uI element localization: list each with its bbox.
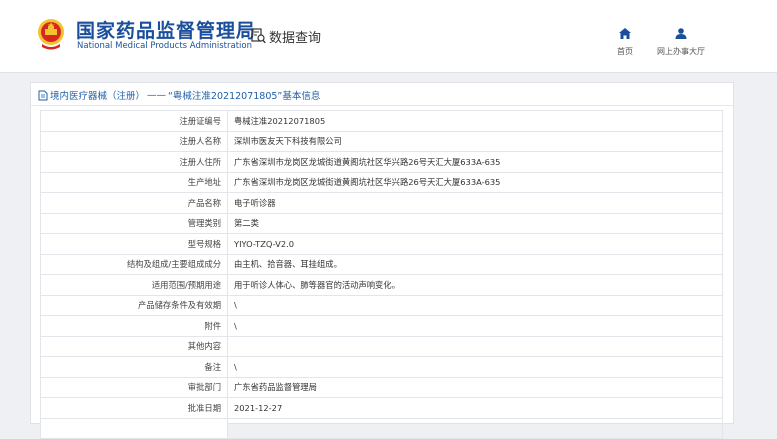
national-emblem-icon	[38, 19, 64, 50]
nav-home-label: 首页	[617, 47, 633, 56]
table-row	[40, 417, 723, 439]
field-value: 电子听诊器	[227, 192, 723, 214]
table-row: 适用范围/预期用途 用于听诊人体心、肺等器官的活动声响变化。	[40, 274, 723, 296]
field-value: YIYO-TZQ-V2.0	[227, 233, 723, 255]
field-label: 生产地址	[40, 171, 228, 193]
field-value: 第二类	[227, 212, 723, 234]
field-value	[227, 417, 723, 439]
field-value: 广东省药品监督管理局	[227, 376, 723, 398]
table-row: 审批部门 广东省药品监督管理局	[40, 376, 723, 398]
field-value: \	[227, 315, 723, 337]
field-value: 深圳市医友天下科技有限公司	[227, 130, 723, 152]
table-row: 备注 \	[40, 356, 723, 378]
field-label: 产品储存条件及有效期	[40, 294, 228, 316]
table-row: 生产地址 广东省深圳市龙岗区龙城街道黄阁坑社区华兴路26号天汇大厦633A-635	[40, 171, 723, 193]
site-header: 国家药品监督管理局 National Medical Products Admi…	[0, 0, 777, 73]
site-title[interactable]: 国家药品监督管理局	[76, 16, 256, 43]
home-icon	[619, 28, 631, 39]
field-label: 适用范围/预期用途	[40, 274, 228, 296]
field-value: 由主机、拾音器、耳挂组成。	[227, 253, 723, 275]
nav-home[interactable]: 首页	[614, 24, 636, 57]
detail-panel: 境内医疗器械（注册） —— “粤械注准20212071805”基本信息 注册证编…	[30, 82, 734, 439]
field-label: 型号规格	[40, 233, 228, 255]
table-row: 管理类别 第二类	[40, 212, 723, 234]
table-row: 产品储存条件及有效期 \	[40, 294, 723, 316]
site-subtitle: National Medical Products Administration	[77, 41, 252, 51]
table-row: 其他内容	[40, 335, 723, 357]
nav-online-service-hall-label: 网上办事大厅	[657, 47, 705, 56]
breadcrumb-separator: ——	[147, 89, 167, 101]
field-label: 附件	[40, 315, 228, 337]
table-row: 结构及组成/主要组成成分 由主机、拾音器、耳挂组成。	[40, 253, 723, 275]
field-value: \	[227, 294, 723, 316]
table-row: 注册人名称 深圳市医友天下科技有限公司	[40, 130, 723, 152]
field-label: 注册人住所	[40, 151, 228, 173]
table-row: 产品名称 电子听诊器	[40, 192, 723, 214]
field-label	[40, 417, 228, 439]
document-icon	[38, 90, 48, 100]
field-value: 广东省深圳市龙岗区龙城街道黄阁坑社区华兴路26号天汇大厦633A-635	[227, 171, 723, 193]
field-value: 用于听诊人体心、肺等器官的活动声响变化。	[227, 274, 723, 296]
data-query-label: 数据查询	[269, 30, 322, 46]
breadcrumb: 境内医疗器械（注册） —— “粤械注准20212071805”基本信息	[38, 88, 320, 102]
document-search-icon	[251, 28, 266, 44]
field-label: 管理类别	[40, 212, 228, 234]
field-label: 注册证编号	[40, 110, 228, 132]
table-row: 附件 \	[40, 315, 723, 337]
table-row: 型号规格 YIYO-TZQ-V2.0	[40, 233, 723, 255]
divider	[31, 105, 733, 106]
field-label: 产品名称	[40, 192, 228, 214]
field-label: 其他内容	[40, 335, 228, 357]
table-row: 注册证编号 粤械注准20212071805	[40, 110, 723, 132]
field-label: 审批部门	[40, 376, 228, 398]
field-value: 粤械注准20212071805	[227, 110, 723, 132]
field-value	[227, 335, 723, 357]
user-icon	[675, 28, 687, 39]
nav-online-service-hall[interactable]: 网上办事大厅	[648, 24, 714, 57]
field-value: \	[227, 356, 723, 378]
field-label: 结构及组成/主要组成成分	[40, 253, 228, 275]
registration-info-table: 注册证编号 粤械注准20212071805 注册人名称 深圳市医友天下科技有限公司 …	[40, 110, 723, 439]
field-label: 注册人名称	[40, 130, 228, 152]
breadcrumb-category[interactable]: 境内医疗器械（注册）	[50, 88, 145, 102]
data-query-heading: 数据查询	[251, 26, 321, 46]
field-label: 备注	[40, 356, 228, 378]
table-row: 注册人住所 广东省深圳市龙岗区龙城街道黄阁坑社区华兴路26号天汇大厦633A-63…	[40, 151, 723, 173]
breadcrumb-record: “粤械注准20212071805”基本信息	[168, 91, 321, 102]
field-value: 广东省深圳市龙岗区龙城街道黄阁坑社区华兴路26号天汇大厦633A-635	[227, 151, 723, 173]
